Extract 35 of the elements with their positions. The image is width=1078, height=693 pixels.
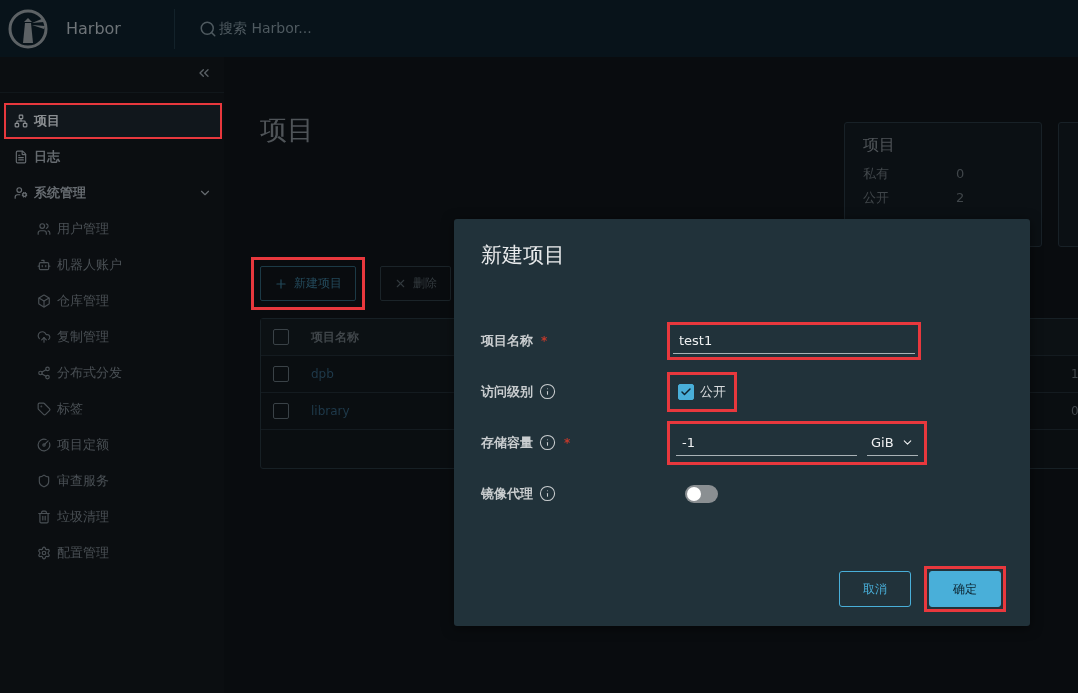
- unit-select[interactable]: GiB: [867, 429, 918, 456]
- sidebar-item[interactable]: 项目定额: [4, 427, 222, 463]
- field-label: 镜像代理: [481, 484, 533, 503]
- sidebar-item[interactable]: 复制管理: [4, 319, 222, 355]
- search-field[interactable]: 搜索 Harbor...: [199, 19, 312, 38]
- project-link[interactable]: dpb: [311, 367, 334, 381]
- sidebar-item[interactable]: 用户管理: [4, 211, 222, 247]
- sidebar-item[interactable]: 仓库管理: [4, 283, 222, 319]
- table-cell: 0: [1071, 404, 1078, 418]
- sidebar-item[interactable]: 配置管理: [4, 535, 222, 571]
- sidebar-item[interactable]: 垃圾清理: [4, 499, 222, 535]
- page-title: 项目: [260, 113, 314, 147]
- sidebar-item[interactable]: 审查服务: [4, 463, 222, 499]
- required-mark: *: [564, 435, 571, 450]
- field-label: 项目名称: [481, 331, 533, 350]
- new-project-button[interactable]: 新建项目: [260, 266, 356, 301]
- public-checkbox[interactable]: 公开: [678, 382, 726, 401]
- sidebar-item[interactable]: 分布式分发: [4, 355, 222, 391]
- dialog-title: 新建项目: [481, 242, 566, 269]
- sidebar-item[interactable]: 标签: [4, 391, 222, 427]
- required-mark: *: [541, 333, 548, 348]
- cancel-button[interactable]: 取消: [839, 571, 911, 607]
- field-label: 存储容量: [481, 433, 533, 452]
- project-name-field[interactable]: test1: [673, 327, 915, 354]
- card-title: 项目: [863, 135, 896, 156]
- table-cell: 1: [1071, 367, 1078, 381]
- sidebar-item[interactable]: 系统管理: [4, 175, 222, 211]
- sidebar-item[interactable]: 日志: [4, 139, 222, 175]
- sidebar-item[interactable]: 项目: [4, 103, 222, 139]
- confirm-button[interactable]: 确定: [929, 571, 1001, 607]
- brand-name: Harbor: [66, 19, 122, 38]
- project-link[interactable]: library: [311, 404, 350, 418]
- sidebar-item[interactable]: 机器人账户: [4, 247, 222, 283]
- quota-field[interactable]: -1: [676, 429, 857, 456]
- field-label: 访问级别: [481, 382, 533, 401]
